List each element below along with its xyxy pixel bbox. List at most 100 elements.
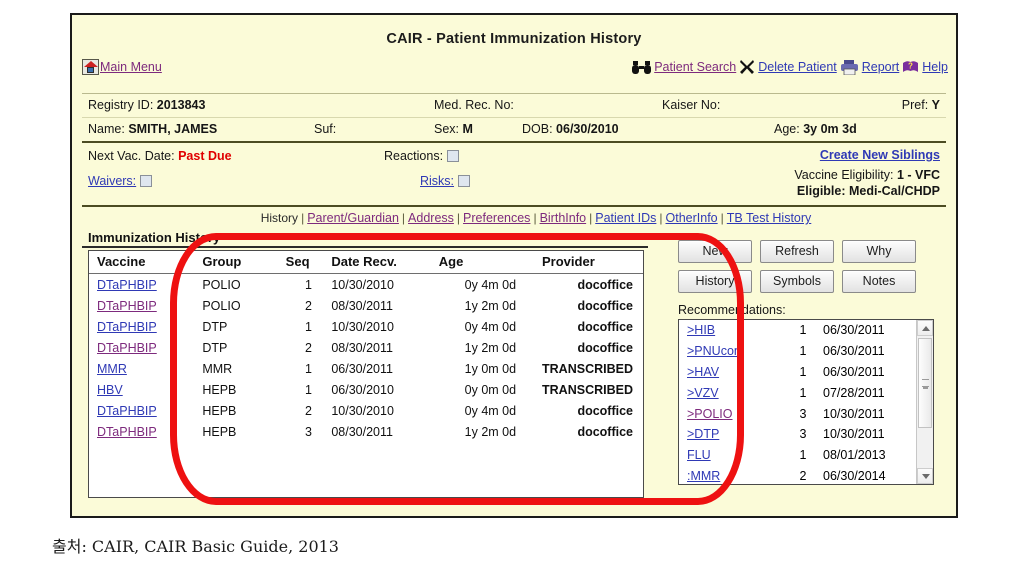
cell-date-received: 08/30/2011	[331, 340, 393, 355]
reactions-label: Reactions:	[384, 149, 444, 163]
list-item: >DTP 3 10/30/2011	[679, 424, 917, 445]
source-caption: 출처: CAIR, CAIR Basic Guide, 2013	[52, 537, 339, 556]
med-rec-no-label: Med. Rec. No:	[434, 98, 514, 112]
recommendation-link[interactable]: :MMR	[687, 469, 720, 483]
report-link[interactable]: Report	[862, 60, 900, 74]
notes-button[interactable]: Notes	[842, 270, 916, 293]
scroll-down-arrow-icon[interactable]	[917, 468, 933, 484]
pref-field: Pref: Y	[902, 94, 940, 117]
recommendation-link[interactable]: FLU	[687, 448, 711, 462]
risks-checkbox[interactable]	[457, 175, 470, 187]
recommendation-link[interactable]: >DTP	[687, 427, 719, 441]
cell-age: 0y 4m 0d	[464, 277, 517, 292]
symbols-button[interactable]: Symbols	[760, 270, 834, 293]
vaccine-link[interactable]: DTaPHBIP	[97, 320, 157, 334]
cell-age: 1y 0m 0d	[464, 361, 517, 376]
cell-vaccine: DTaPHBIP	[89, 400, 202, 421]
cell-recommendation-date: 07/28/2011	[823, 385, 885, 400]
list-item: >PNUcon 1 06/30/2011	[679, 341, 917, 362]
recommendation-link[interactable]: >HIB	[687, 323, 715, 337]
vaccine-link[interactable]: MMR	[97, 362, 127, 376]
cell-vaccine: HBV	[89, 379, 202, 400]
tab-history[interactable]: History	[261, 211, 298, 225]
page-title: CAIR - Patient Immunization History	[386, 31, 642, 47]
next-vac-date-value: Past Due	[178, 149, 232, 163]
cell-recommendation-name: >HAV	[679, 362, 783, 383]
patient-search-link[interactable]: Patient Search	[654, 60, 736, 74]
delete-patient-link[interactable]: Delete Patient	[758, 60, 837, 74]
recommendations-list-container: >HIB 1 06/30/2011 >PNUcon 1 06/30/2011 >HAV 1 06…	[678, 319, 934, 485]
tab-birthinfo[interactable]: BirthInfo	[540, 211, 587, 225]
create-new-siblings-field: Create New Siblings	[820, 148, 940, 162]
waivers-link[interactable]: Waivers:	[88, 174, 136, 188]
cell-recommendation-seq: 2	[799, 468, 807, 483]
vaccine-eligibility-field: Vaccine Eligibility: 1 - VFC	[794, 168, 940, 182]
age-label: Age:	[774, 122, 800, 136]
cell-date-received: 10/30/2010	[331, 319, 394, 334]
help-link[interactable]: Help	[922, 60, 948, 74]
why-button[interactable]: Why	[842, 240, 916, 263]
tab-separator: |	[589, 211, 593, 225]
binoculars-icon[interactable]	[632, 60, 652, 75]
vaccine-link[interactable]: DTaPHBIP	[97, 341, 157, 355]
printer-icon[interactable]	[840, 59, 859, 75]
name-value: SMITH, JAMES	[128, 122, 218, 136]
create-new-siblings-link[interactable]: Create New Siblings	[820, 148, 940, 162]
cair-application-window: CAIR - Patient Immunization History Main…	[70, 13, 958, 518]
vaccine-link[interactable]: DTaPHBIP	[97, 404, 157, 418]
waivers-checkbox[interactable]	[139, 175, 152, 187]
risks-link[interactable]: Risks:	[420, 174, 454, 188]
scrollbar-thumb[interactable]	[918, 338, 932, 428]
reactions-checkbox[interactable]	[446, 150, 459, 162]
tab-tb-test-history[interactable]: TB Test History	[727, 211, 812, 225]
list-item: >HAV 1 06/30/2011	[679, 362, 917, 383]
help-book-icon[interactable]: ?	[902, 59, 919, 75]
main-menu-link[interactable]: Main Menu	[100, 60, 162, 74]
recommendation-link[interactable]: >POLIO	[687, 407, 733, 421]
vaccine-link[interactable]: DTaPHBIP	[97, 299, 157, 313]
vaccine-link[interactable]: DTaPHBIP	[97, 425, 157, 439]
patient-demographics: Registry ID: 2013843 Med. Rec. No: Kaise…	[82, 93, 946, 143]
recommendation-link[interactable]: >HAV	[687, 365, 719, 379]
tab-address[interactable]: Address	[408, 211, 454, 225]
pref-value: Y	[931, 98, 940, 112]
vaccine-link[interactable]: HBV	[97, 383, 123, 397]
table-row: MMR MMR 1 06/30/2011 1y 0m 0d TRANSCRIBED	[89, 358, 643, 379]
cell-recommendation-date: 10/30/2011	[823, 406, 885, 421]
cell-date-received: 08/30/2011	[331, 298, 393, 313]
cell-seq: 2	[305, 340, 312, 355]
tab-otherinfo[interactable]: OtherInfo	[666, 211, 718, 225]
tab-parent-guardian[interactable]: Parent/Guardian	[307, 211, 399, 225]
column-header-vaccine: Vaccine	[89, 251, 203, 274]
refresh-button[interactable]: Refresh	[760, 240, 834, 263]
list-item: :MMR 2 06/30/2014	[679, 465, 917, 484]
tab-patient-ids[interactable]: Patient IDs	[595, 211, 656, 225]
next-vac-date-field: Next Vac. Date: Past Due	[88, 149, 232, 163]
new-button[interactable]: New	[678, 240, 752, 263]
x-close-icon[interactable]	[739, 59, 755, 75]
waivers-field: Waivers:	[88, 174, 152, 188]
tab-preferences[interactable]: Preferences	[463, 211, 530, 225]
vaccine-eligibility-value: 1 - VFC	[896, 168, 940, 182]
cell-recommendation-seq: 1	[799, 385, 807, 400]
cell-recommendation-name: >DTP	[679, 424, 783, 445]
recommendation-link[interactable]: >VZV	[687, 386, 719, 400]
risks-field: Risks:	[420, 174, 470, 188]
recommendation-link[interactable]: >PNUcon	[687, 344, 741, 358]
vaccine-link[interactable]: DTaPHBIP	[97, 278, 157, 292]
column-header-age: Age	[438, 251, 543, 274]
cell-recommendation-date: 06/30/2011	[823, 344, 885, 359]
suffix-label: Suf:	[314, 122, 337, 136]
cell-date-received: 10/30/2010	[331, 403, 394, 418]
table-header-row: Vaccine Group Seq Date Recv. Age Provide…	[89, 251, 643, 274]
toolbar: Main Menu Patient Search Delete Patient	[72, 59, 956, 89]
history-button[interactable]: History	[678, 270, 752, 293]
scroll-up-arrow-icon[interactable]	[917, 320, 933, 336]
list-item: >HIB 1 06/30/2011	[679, 320, 917, 341]
cell-recommendation-name: FLU	[679, 445, 783, 466]
cell-provider: TRANSCRIBED	[542, 382, 633, 397]
recommendations-table: >HIB 1 06/30/2011 >PNUcon 1 06/30/2011 >HAV 1 06…	[679, 320, 917, 484]
cell-provider: docoffice	[577, 403, 633, 418]
recommendations-scrollbar[interactable]	[916, 320, 933, 484]
home-icon[interactable]	[82, 59, 99, 75]
